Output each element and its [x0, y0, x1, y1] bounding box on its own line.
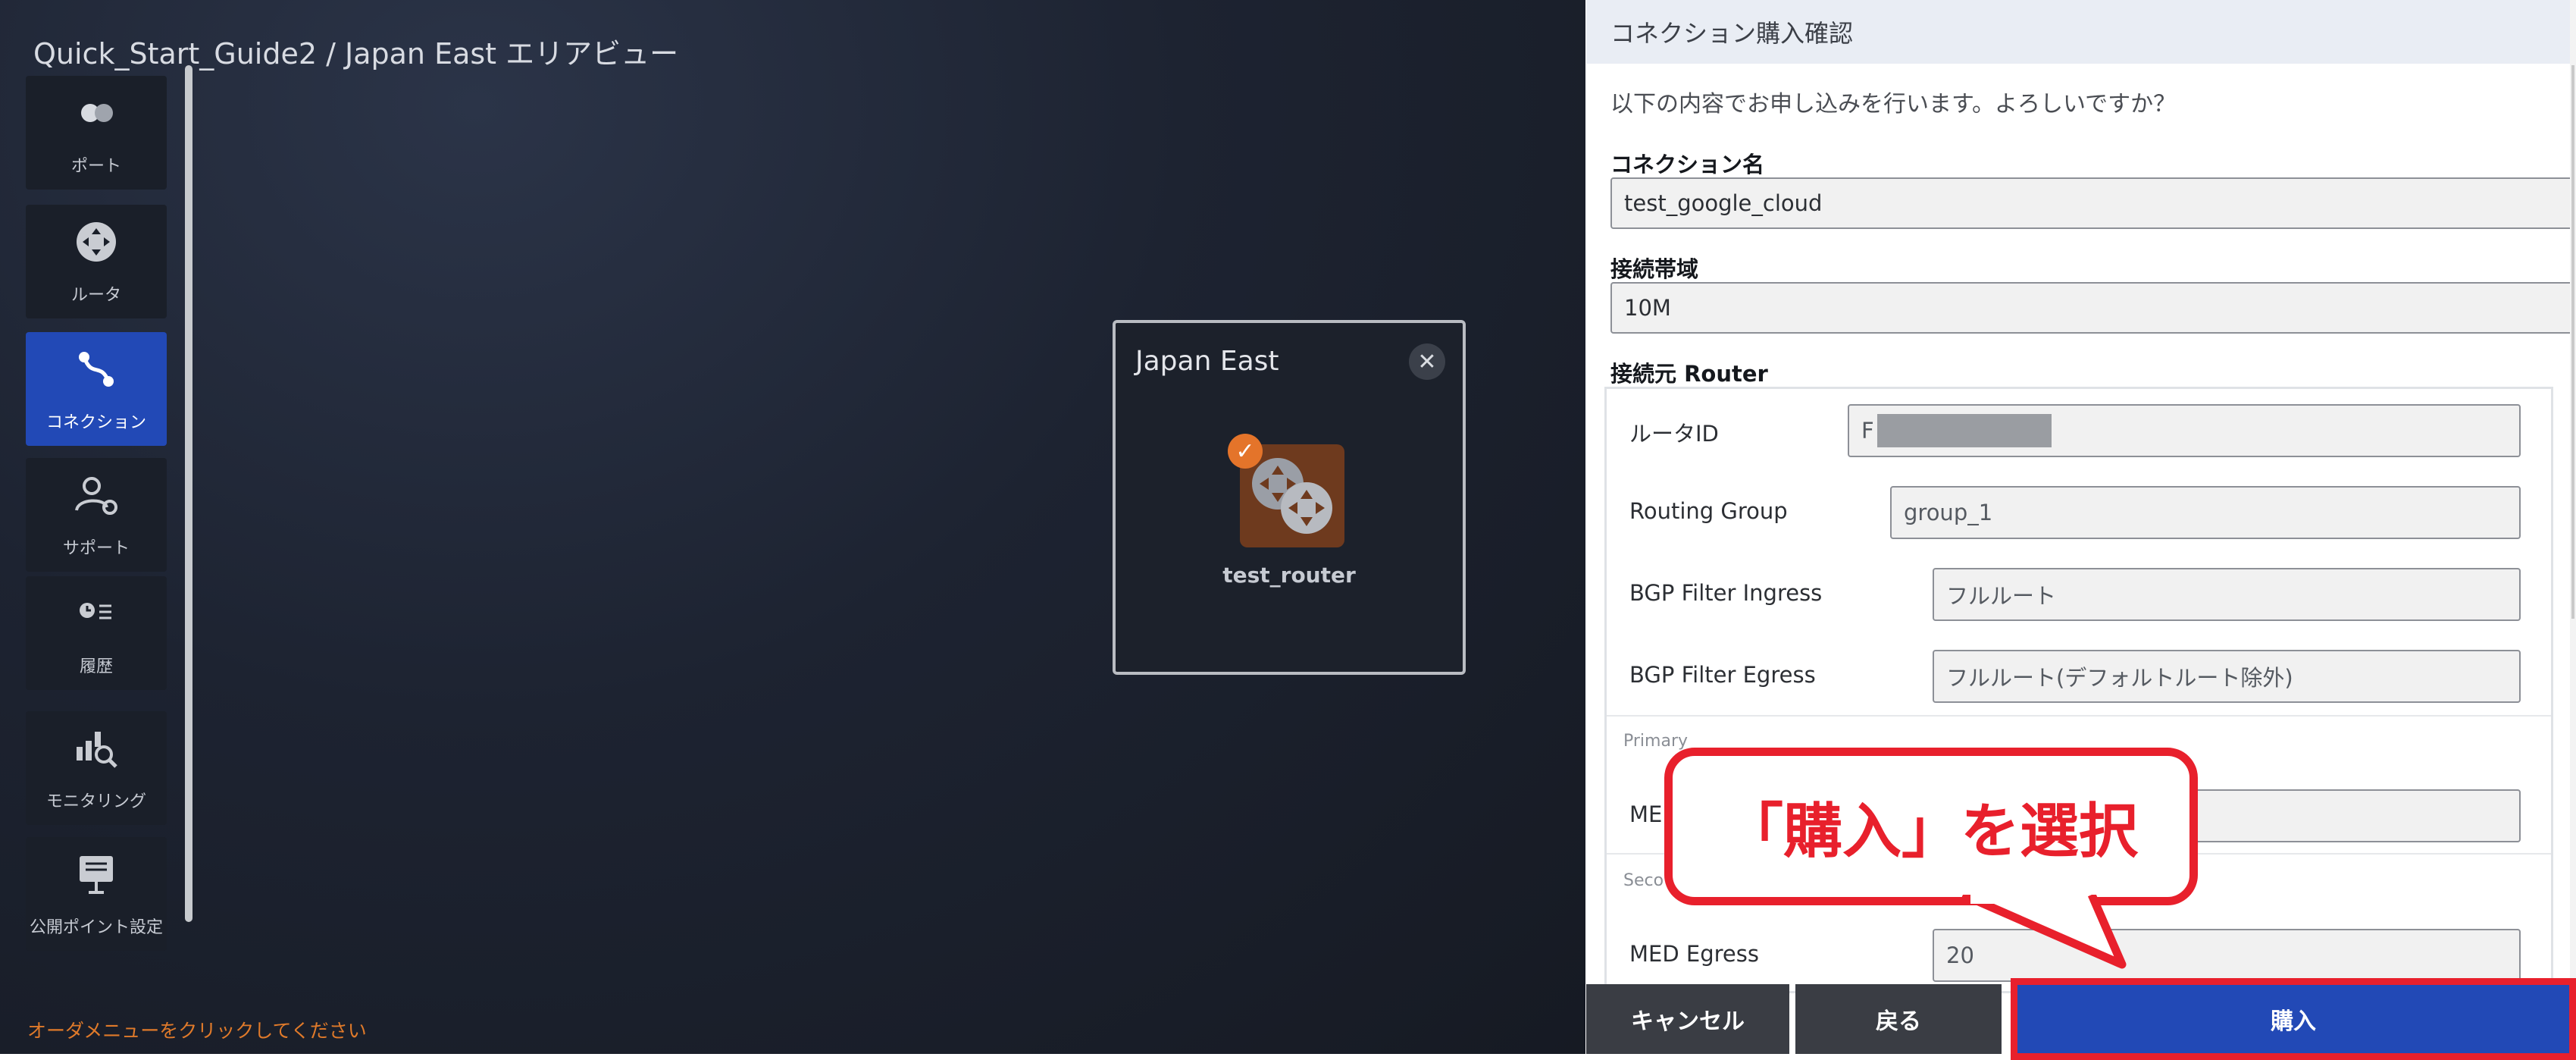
- panel-header: コネクション購入確認: [1586, 0, 2570, 64]
- primary-section-label: Primary: [1623, 732, 1689, 751]
- routing-group-label: Routing Group: [1629, 498, 1788, 524]
- primary-med-label: ME: [1629, 801, 1663, 827]
- connection-name-field: test_google_cloud: [1610, 177, 2576, 229]
- buy-button-highlight: [2011, 978, 2576, 1060]
- router-icon: [72, 218, 121, 271]
- secondary-section-label: Seco: [1623, 871, 1664, 890]
- sidebar-item-label: ポート: [70, 157, 121, 176]
- sidebar-item-connection[interactable]: コネクション: [26, 332, 167, 446]
- area-box-japan-east: Japan East ✕ ✓ test_router: [1113, 320, 1466, 675]
- sidebar-item-label: サポート: [62, 539, 130, 558]
- footer-note: オーダメニューをクリックしてください: [27, 1020, 367, 1042]
- sidebar-item-monitoring[interactable]: モニタリング: [26, 711, 167, 825]
- area-title: Japan East: [1135, 346, 1279, 377]
- bgp-egress-label: BGP Filter Egress: [1629, 662, 1816, 688]
- router-id-value: F: [1861, 418, 1874, 444]
- selected-check-icon: ✓: [1228, 434, 1263, 469]
- routing-group-field: group_1: [1890, 486, 2521, 539]
- sidebar-item-public-point[interactable]: 公開ポイント設定: [26, 837, 167, 951]
- sidebar-item-label: コネクション: [45, 413, 146, 432]
- history-icon: [72, 589, 121, 642]
- sidebar-scrollbar[interactable]: [185, 65, 192, 922]
- back-button[interactable]: 戻る: [1795, 984, 2002, 1054]
- sidebar-item-support[interactable]: サポート: [26, 458, 167, 572]
- close-icon[interactable]: ✕: [1409, 343, 1445, 380]
- instruction-callout: 「購入」を選択: [1664, 748, 2198, 905]
- router-label: test_router: [1222, 563, 1356, 588]
- support-icon: [72, 471, 121, 524]
- port-icon: [72, 89, 121, 142]
- source-router-label: 接続元 Router: [1610, 361, 1768, 387]
- page-title: Quick_Start_Guide2 / Japan East エリアビュー: [33, 37, 679, 71]
- connection-icon: [72, 345, 121, 398]
- sidebar-item-label: 履歴: [79, 657, 113, 676]
- med-egress-label: MED Egress: [1629, 941, 1759, 967]
- connection-name-label: コネクション名: [1610, 152, 1765, 177]
- public-point-icon: [72, 850, 121, 903]
- sidebar-item-history[interactable]: 履歴: [26, 576, 167, 690]
- sidebar-item-router[interactable]: ルータ: [26, 205, 167, 318]
- sidebar-item-label: 公開ポイント設定: [29, 918, 163, 937]
- callout-tail: [1961, 895, 2127, 969]
- bgp-ingress-label: BGP Filter Ingress: [1629, 580, 1823, 606]
- area-view-canvas: Quick_Start_Guide2 / Japan East エリアビュー ポ…: [0, 0, 1585, 1054]
- sidebar-item-label: モニタリング: [45, 792, 146, 811]
- sidebar-item-label: ルータ: [70, 286, 121, 305]
- bgp-ingress-field: フルルート: [1933, 568, 2521, 621]
- router-id-label: ルータID: [1629, 421, 1719, 447]
- cancel-button[interactable]: キャンセル: [1586, 984, 1789, 1054]
- panel-scrollbar-thumb[interactable]: [2571, 65, 2574, 619]
- monitoring-icon: [72, 724, 121, 777]
- sidebar-item-port[interactable]: ポート: [26, 76, 167, 190]
- bgp-egress-field: フルルート(デフォルトルート除外): [1933, 650, 2521, 703]
- bandwidth-field: 10M: [1610, 282, 2576, 334]
- bandwidth-label: 接続帯域: [1610, 256, 1699, 282]
- section-divider: [1607, 715, 2551, 717]
- redacted-mask: [1876, 414, 2052, 447]
- confirm-message: 以下の内容でお申し込みを行います。よろしいですか？: [1610, 91, 2177, 118]
- router-id-field: F: [1848, 404, 2521, 457]
